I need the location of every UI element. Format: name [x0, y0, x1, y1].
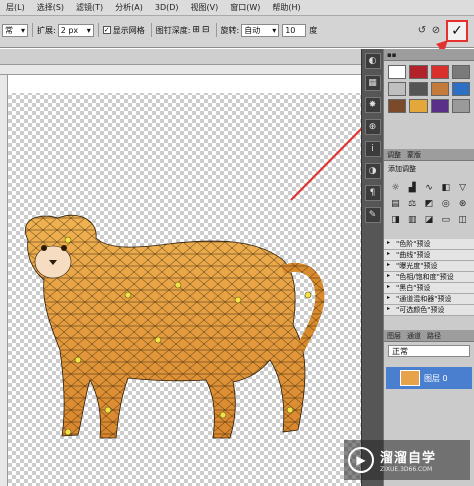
layer-name: 图层 0	[424, 373, 448, 383]
right-panels: ▪▪ 调整 蒙版 添加调整 ☼ ▟ ∿ ◧ ▽ ▤ ⚖ ◩ ◎ ⊛ ◨ ▥ ◪ …	[383, 49, 474, 486]
posterize-icon[interactable]: ▥	[405, 215, 420, 229]
info-icon[interactable]: i	[364, 141, 381, 157]
styles-grid	[384, 61, 474, 117]
photo-filter-icon[interactable]: ◎	[438, 199, 453, 213]
curves-icon[interactable]: ∿	[422, 183, 437, 197]
style-swatch[interactable]	[451, 99, 470, 113]
style-swatch[interactable]	[409, 99, 428, 113]
style-swatch[interactable]	[430, 65, 449, 79]
watermark-title: 溜溜自学	[380, 451, 437, 466]
preset-black-white[interactable]: "黑白"预设	[384, 283, 474, 294]
tab-channels[interactable]: 通道	[407, 330, 421, 341]
watermark-subtitle: ZIXUE.3D66.COM	[380, 466, 433, 473]
style-swatch[interactable]	[451, 82, 470, 96]
style-swatch[interactable]	[388, 65, 407, 79]
blend-mode-select[interactable]: 正常	[388, 345, 470, 357]
preset-channel-mixer[interactable]: "通道混和器"预设	[384, 294, 474, 305]
color-balance-icon[interactable]: ⚖	[405, 199, 420, 213]
adjustment-icons: ☼ ▟ ∿ ◧ ▽ ▤ ⚖ ◩ ◎ ⊛ ◨ ▥ ◪ ▭ ◫	[384, 177, 474, 235]
navigator-icon[interactable]: ⊕	[364, 119, 381, 135]
preset-curves[interactable]: "曲线"预设	[384, 250, 474, 261]
preset-levels[interactable]: "色阶"预设	[384, 239, 474, 250]
vibrance-icon[interactable]: ▽	[455, 183, 470, 197]
layer-row[interactable]: 图层 0	[386, 367, 472, 389]
brushes-icon[interactable]: ✎	[364, 207, 381, 223]
style-swatch[interactable]	[451, 65, 470, 79]
adjustments-hint: 添加调整	[388, 165, 416, 173]
brightness-icon[interactable]: ☼	[388, 183, 403, 197]
layer-thumbnail	[400, 370, 420, 386]
styles-icon[interactable]: ✸	[364, 97, 381, 113]
tab-styles[interactable]: ▪▪	[387, 49, 397, 60]
swatches-icon[interactable]: ▦	[364, 75, 381, 91]
tab-layers[interactable]: 图层	[387, 330, 401, 341]
preset-selective-color[interactable]: "可选颜色"预设	[384, 305, 474, 316]
hue-icon[interactable]: ▤	[388, 199, 403, 213]
preset-exposure[interactable]: "曝光度"预设	[384, 261, 474, 272]
adjustments-icon[interactable]: ◑	[364, 163, 381, 179]
color-icon[interactable]: ◐	[364, 53, 381, 69]
exposure-icon[interactable]: ◧	[438, 183, 453, 197]
channel-mixer-icon[interactable]: ⊛	[455, 199, 470, 213]
play-logo-icon: ▶	[348, 447, 374, 473]
invert-icon[interactable]: ◨	[388, 215, 403, 229]
selective-color-icon[interactable]: ◫	[455, 215, 470, 229]
panel-icon-strip: ◐ ▦ ✸ ⊕ i ◑ ¶ ✎	[361, 49, 383, 486]
presets-list: "色阶"预设 "曲线"预设 "曝光度"预设 "色相/饱和度"预设 "黑白"预设 …	[384, 239, 474, 316]
tab-paths[interactable]: 路径	[427, 330, 441, 341]
styles-panel-tab[interactable]: ▪▪	[384, 49, 474, 61]
gradient-map-icon[interactable]: ▭	[438, 215, 453, 229]
style-swatch[interactable]	[430, 99, 449, 113]
threshold-icon[interactable]: ◪	[422, 215, 437, 229]
style-swatch[interactable]	[409, 82, 428, 96]
layers-panel-tabs: 图层 通道 路径	[384, 330, 474, 342]
style-swatch[interactable]	[409, 65, 428, 79]
levels-icon[interactable]: ▟	[405, 183, 420, 197]
bw-icon[interactable]: ◩	[422, 199, 437, 213]
tab-adjustments[interactable]: 调整	[387, 149, 401, 160]
style-swatch[interactable]	[430, 82, 449, 96]
tab-masks[interactable]: 蒙版	[407, 149, 421, 160]
preset-hue-saturation[interactable]: "色相/饱和度"预设	[384, 272, 474, 283]
watermark: ▶ 溜溜自学 ZIXUE.3D66.COM	[344, 440, 470, 480]
style-swatch[interactable]	[388, 82, 407, 96]
history-icon[interactable]: ¶	[364, 185, 381, 201]
style-swatch[interactable]	[388, 99, 407, 113]
adjustments-panel-tabs: 调整 蒙版	[384, 149, 474, 161]
